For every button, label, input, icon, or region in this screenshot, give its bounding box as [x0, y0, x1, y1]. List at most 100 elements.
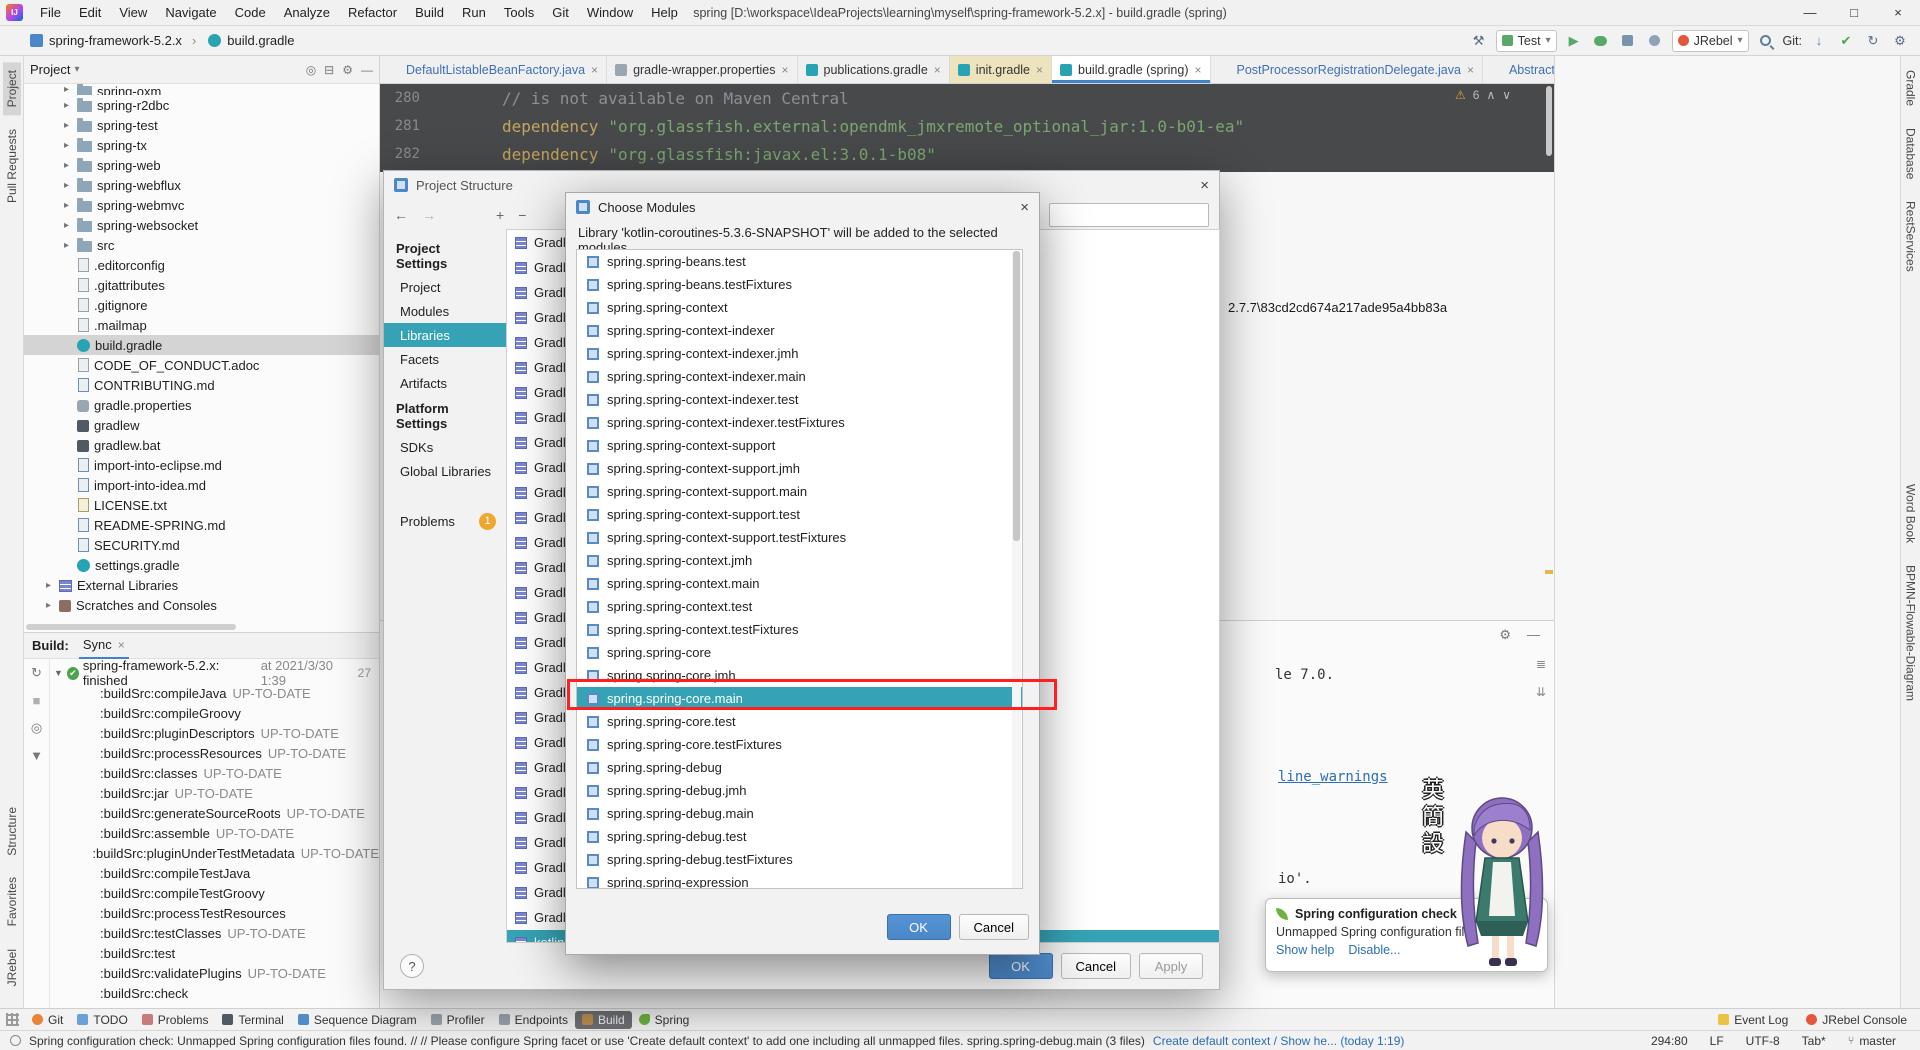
tool-stripe-button[interactable]: Project: [3, 62, 21, 115]
editor-tab[interactable]: DefaultListableBeanFactory.java: [380, 56, 607, 83]
tree-item[interactable]: settings.gradle: [24, 555, 379, 575]
breadcrumb-file[interactable]: build.gradle: [192, 33, 295, 48]
ok-button[interactable]: OK: [989, 953, 1053, 979]
tool-window-button[interactable]: Event Log: [1711, 1011, 1795, 1029]
tree-item[interactable]: ▸ spring-tx: [24, 135, 379, 155]
tool-stripe-button[interactable]: Pull Requests: [3, 121, 21, 211]
tree-item[interactable]: ▸ spring-web: [24, 155, 379, 175]
module-row[interactable]: spring.spring-context-support.jmh: [577, 457, 1022, 480]
tree-item[interactable]: .editorconfig: [24, 255, 379, 275]
expand-arrow-icon[interactable]: ▸: [64, 180, 76, 191]
tree-item[interactable]: ▸ spring-webflux: [24, 175, 379, 195]
tool-window-button[interactable]: Terminal: [215, 1011, 290, 1029]
tree-item[interactable]: LICENSE.txt: [24, 495, 379, 515]
library-name-field[interactable]: [1049, 203, 1209, 227]
remove-icon[interactable]: −: [518, 207, 526, 223]
search-everywhere-button[interactable]: [1756, 31, 1776, 51]
tool-window-button[interactable]: Profiler: [424, 1011, 492, 1029]
tool-window-button[interactable]: Spring: [632, 1011, 697, 1029]
cancel-button[interactable]: Cancel: [959, 914, 1029, 940]
status-message[interactable]: Spring configuration check: Unmapped Spr…: [29, 1034, 1145, 1048]
build-task-row[interactable]: :buildSrc:pluginDescriptors UP-TO-DATE: [50, 723, 379, 743]
expand-arrow-icon[interactable]: ▸: [64, 220, 76, 231]
build-task-row[interactable]: :buildSrc:classes UP-TO-DATE: [50, 763, 379, 783]
build-task-row[interactable]: :buildSrc:test: [50, 943, 379, 963]
gear-icon[interactable]: ⚙: [342, 63, 353, 77]
module-row[interactable]: spring.spring-context-indexer.test: [577, 388, 1022, 411]
tool-stripe-button[interactable]: Gradle: [1902, 62, 1920, 114]
module-row[interactable]: spring.spring-context.main: [577, 572, 1022, 595]
line-separator[interactable]: LF: [1710, 1034, 1724, 1048]
menu-item[interactable]: Build: [406, 0, 453, 26]
module-row[interactable]: spring.spring-context-indexer.jmh: [577, 342, 1022, 365]
tree-item[interactable]: ▸ spring-websocket: [24, 215, 379, 235]
disable-link[interactable]: Disable...: [1348, 943, 1400, 957]
chevron-down-icon[interactable]: ▾: [74, 64, 79, 75]
tool-window-button[interactable]: TODO: [70, 1011, 134, 1029]
expand-arrow-icon[interactable]: ▸: [64, 140, 76, 151]
close-icon[interactable]: [1036, 63, 1043, 77]
pin-icon[interactable]: ◎: [31, 720, 42, 736]
build-task-row[interactable]: :buildSrc:pluginUnderTestMetadata UP-TO-…: [50, 843, 379, 863]
git-commit-button[interactable]: ✔: [1836, 31, 1856, 51]
tree-item[interactable]: ▸ spring-oxm: [24, 84, 379, 95]
module-row[interactable]: spring.spring-beans.test: [577, 250, 1022, 273]
expand-arrow-icon[interactable]: ▸: [64, 200, 76, 211]
editor-tab[interactable]: gradle-wrapper.properties: [607, 56, 797, 83]
chevron-down-icon[interactable]: ▼: [54, 668, 63, 678]
stop-icon[interactable]: ■: [33, 693, 41, 708]
menu-item[interactable]: Git: [543, 0, 578, 26]
module-row[interactable]: spring.spring-core: [577, 641, 1022, 664]
apply-button[interactable]: Apply: [1139, 953, 1203, 979]
add-icon[interactable]: +: [496, 207, 504, 223]
tree-item[interactable]: README-SPRING.md: [24, 515, 379, 535]
expand-arrow-icon[interactable]: ▸: [46, 600, 58, 611]
tool-stripe-button[interactable]: Structure: [3, 799, 21, 864]
close-button[interactable]: ×: [1876, 0, 1920, 26]
build-task-row[interactable]: :buildSrc:jar UP-TO-DATE: [50, 783, 379, 803]
settings-nav-item[interactable]: Libraries: [384, 323, 506, 347]
settings-button[interactable]: ⚙: [1890, 31, 1910, 51]
tree-item[interactable]: gradlew.bat: [24, 435, 379, 455]
refresh-icon[interactable]: ↻: [31, 665, 42, 681]
settings-nav-item[interactable]: SDKs: [384, 435, 506, 459]
build-task-row[interactable]: :buildSrc:assemble UP-TO-DATE: [50, 823, 379, 843]
close-icon[interactable]: [1195, 63, 1202, 77]
settings-nav-item[interactable]: Global Libraries: [384, 459, 506, 483]
module-row[interactable]: spring.spring-context-support.testFixtur…: [577, 526, 1022, 549]
locate-file-icon[interactable]: ◎: [306, 63, 316, 77]
tree-item[interactable]: ▸ External Libraries: [24, 575, 379, 595]
tool-windows-switcher-icon[interactable]: [6, 1013, 19, 1026]
module-row[interactable]: spring.spring-context-indexer.main: [577, 365, 1022, 388]
tree-item[interactable]: ▸ spring-r2dbc: [24, 95, 379, 115]
module-row[interactable]: spring.spring-beans.testFixtures: [577, 273, 1022, 296]
coverage-button[interactable]: [1618, 31, 1638, 51]
module-row[interactable]: spring.spring-expression: [577, 871, 1022, 889]
show-help-link[interactable]: Show help: [1276, 943, 1334, 957]
prev-problem-icon[interactable]: ∧: [1486, 88, 1495, 102]
tree-item[interactable]: ▸ spring-webmvc: [24, 195, 379, 215]
tree-item[interactable]: ▸ spring-test: [24, 115, 379, 135]
expand-arrow-icon[interactable]: ▸: [64, 120, 76, 131]
tab-sync[interactable]: Sync ×: [79, 633, 129, 659]
tree-item[interactable]: ▸ Scratches and Consoles: [24, 595, 379, 615]
module-row[interactable]: spring.spring-debug.jmh: [577, 779, 1022, 802]
run-button[interactable]: ▶: [1564, 31, 1584, 51]
tree-item[interactable]: .gitignore: [24, 295, 379, 315]
menu-item[interactable]: Code: [226, 0, 275, 26]
expand-arrow-icon[interactable]: ▸: [64, 160, 76, 171]
build-task-row[interactable]: :buildSrc:compileTestGroovy: [50, 883, 379, 903]
menu-item[interactable]: Run: [453, 0, 495, 26]
tree-item[interactable]: gradlew: [24, 415, 379, 435]
module-row[interactable]: spring.spring-context-support.main: [577, 480, 1022, 503]
build-task-row[interactable]: :buildSrc:processResources UP-TO-DATE: [50, 743, 379, 763]
build-task-row[interactable]: :buildSrc:compileGroovy: [50, 703, 379, 723]
hide-panel-icon[interactable]: —: [361, 63, 373, 77]
module-row[interactable]: spring.spring-debug.test: [577, 825, 1022, 848]
tree-item[interactable]: CODE_OF_CONDUCT.adoc: [24, 355, 379, 375]
console-link-fragment[interactable]: line_warnings: [1278, 769, 1388, 785]
menu-item[interactable]: Window: [578, 0, 642, 26]
module-row[interactable]: spring.spring-context-support.test: [577, 503, 1022, 526]
soft-wrap-icon[interactable]: ≣: [1536, 657, 1546, 671]
tree-item[interactable]: import-into-eclipse.md: [24, 455, 379, 475]
